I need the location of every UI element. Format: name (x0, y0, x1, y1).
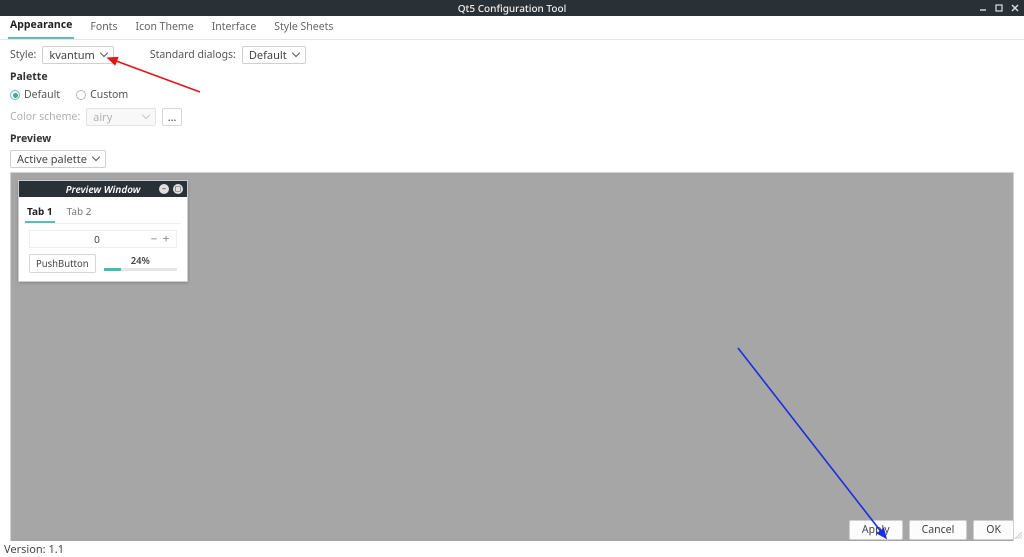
chevron-down-icon (100, 53, 108, 58)
apply-button[interactable]: Apply (849, 520, 903, 540)
ellipsis-icon: … (168, 110, 177, 125)
chevron-down-icon (292, 53, 300, 58)
style-value: kvantum (49, 48, 95, 63)
color-scheme-value: airy (93, 110, 112, 125)
cancel-button[interactable]: Cancel (909, 520, 968, 540)
preview-window-titlebar: Preview Window – ◻ (19, 181, 187, 197)
standard-dialogs-label: Standard dialogs: (150, 48, 236, 62)
preview-palette-value: Active palette (17, 152, 87, 167)
maximize-icon[interactable] (994, 3, 1004, 13)
preview-progress-label: 24% (104, 254, 177, 267)
standard-dialogs-value: Default (249, 48, 287, 63)
style-combobox[interactable]: kvantum (42, 46, 114, 64)
standard-dialogs-combobox[interactable]: Default (242, 46, 306, 64)
preview-spinbox-value: 0 (46, 232, 148, 246)
chevron-down-icon (142, 115, 150, 120)
color-scheme-label: Color scheme: (10, 110, 80, 124)
palette-default-radio[interactable]: Default (10, 88, 60, 102)
titlebar: Qt5 Configuration Tool (0, 0, 1024, 16)
palette-default-label: Default (24, 88, 60, 102)
preview-push-button[interactable]: PushButton (29, 254, 96, 273)
tab-fonts[interactable]: Fonts (88, 16, 119, 39)
minimize-icon[interactable] (978, 3, 988, 13)
tab-icon-theme[interactable]: Icon Theme (134, 16, 196, 39)
preview-spinbox[interactable]: 0 − + (29, 230, 177, 248)
preview-progress-bar: 24% (104, 257, 177, 271)
chevron-down-icon (92, 157, 100, 162)
window-controls (978, 0, 1020, 16)
preview-canvas: Preview Window – ◻ Tab 1 Tab 2 0 − (10, 172, 1014, 548)
tab-appearance[interactable]: Appearance (8, 14, 74, 39)
window-title: Qt5 Configuration Tool (458, 1, 567, 15)
preview-palette-combobox[interactable]: Active palette (10, 150, 106, 168)
palette-custom-radio[interactable]: Custom (76, 88, 128, 102)
tab-style-sheets[interactable]: Style Sheets (272, 16, 335, 39)
preview-heading: Preview (10, 132, 1014, 146)
preview-spin-up-icon[interactable]: + (160, 233, 172, 245)
preview-tab-1[interactable]: Tab 1 (25, 201, 55, 223)
resize-grip-icon[interactable] (1012, 529, 1022, 539)
preview-maximize-icon[interactable]: ◻ (173, 184, 183, 194)
close-icon[interactable] (1010, 3, 1020, 13)
preview-spin-down-icon[interactable]: − (148, 233, 160, 245)
preview-window: Preview Window – ◻ Tab 1 Tab 2 0 − (18, 180, 188, 282)
preview-minimize-icon[interactable]: – (159, 184, 169, 194)
style-label: Style: (10, 48, 36, 62)
preview-tab-2[interactable]: Tab 2 (65, 201, 94, 223)
preview-tabs: Tab 1 Tab 2 (25, 201, 181, 224)
main-tabs: Appearance Fonts Icon Theme Interface St… (0, 16, 1024, 40)
tab-interface[interactable]: Interface (210, 16, 259, 39)
palette-custom-label: Custom (90, 88, 128, 102)
status-bar: Version: 1.1 (0, 541, 1024, 557)
color-scheme-combobox: airy (86, 108, 156, 126)
appearance-panel: Style: kvantum Standard dialogs: Default… (0, 40, 1024, 552)
version-label: Version: 1.1 (4, 542, 64, 557)
dialog-button-bar: Apply Cancel OK (0, 519, 1024, 541)
color-scheme-browse-button: … (162, 108, 182, 126)
ok-button[interactable]: OK (973, 520, 1014, 540)
palette-heading: Palette (10, 70, 1014, 84)
preview-window-title: Preview Window (66, 182, 141, 196)
